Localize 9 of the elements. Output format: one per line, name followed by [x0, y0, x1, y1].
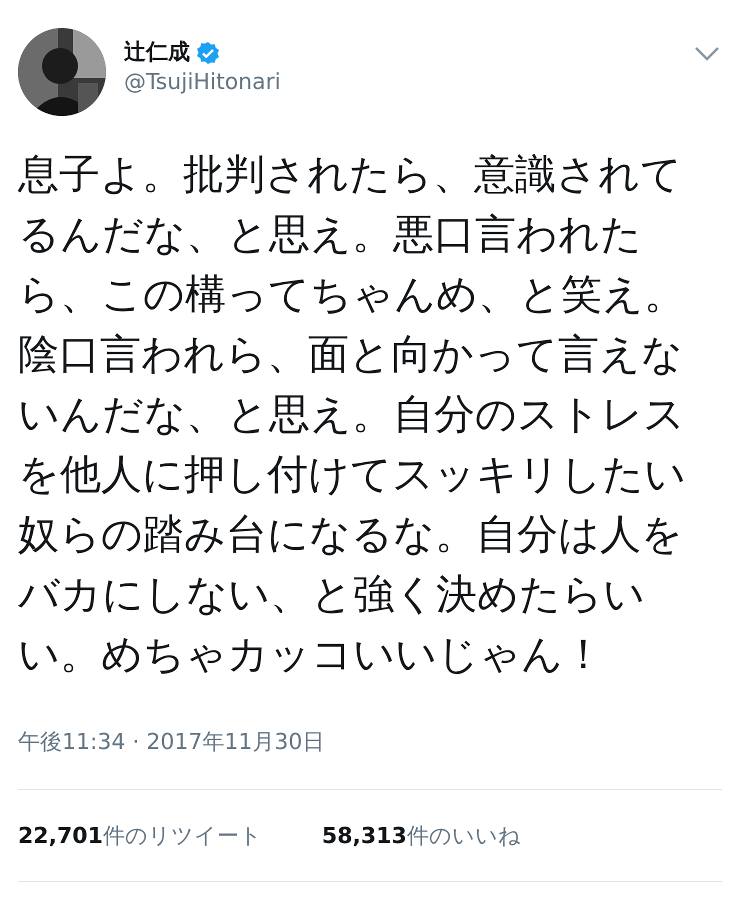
chevron-down-icon[interactable]: [694, 46, 720, 62]
author-name: 辻仁成: [124, 39, 190, 67]
stat-count: 22,701: [18, 823, 103, 851]
author-handle: @TsujiHitonari: [124, 69, 281, 97]
tweet-text: 息子よ。批判されたら、意識されて るんだな、と思え。悪口言われた ら、この構ってちゃんめ、と笑え。 陰口言われら、面と向かって言えな いんだな、と思え。自分のストレス を他人に押し付けてスッキリしたい 奴らの踏み台になるな。自分は人を バカにしない、と強く決めたらい い。めちゃカッコいいじゃん！: [16, 149, 687, 680]
timestamp: 午後11:34 · 2017年11月30日: [18, 730, 324, 755]
stat-label[interactable]: 件のリツイート: [102, 820, 262, 853]
stat-label[interactable]: 件のいいね: [406, 820, 521, 853]
stat-count: 58,313: [322, 823, 407, 851]
